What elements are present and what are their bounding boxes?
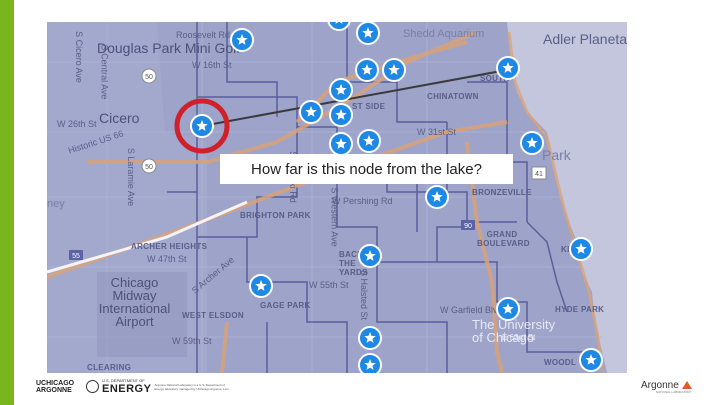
argonne-mark-icon [681, 381, 692, 390]
star-marker-icon[interactable] [357, 129, 381, 153]
map-view[interactable]: 50 50 55 41 90 Roosevelt Rd Douglas Park… [47, 22, 627, 373]
argonne-logo: Argonne NATIONAL LABORATORY [641, 380, 692, 394]
star-marker-icon[interactable] [358, 326, 382, 350]
star-marker-icon[interactable] [299, 100, 323, 124]
uchicago-argonne-logo: UCHICAGO ARGONNE [36, 380, 74, 394]
doe-logo: U.S. DEPARTMENT OF ENERGY Argonne Nation… [86, 378, 232, 395]
star-marker-icon[interactable] [358, 353, 382, 373]
star-marker-icon[interactable] [496, 297, 520, 321]
question-callout: How far is this node from the lake? [220, 154, 513, 184]
argonne-llc-text: ARGONNE [36, 387, 72, 394]
star-marker-icon[interactable] [579, 348, 603, 372]
star-marker-icon[interactable] [329, 103, 353, 127]
doe-note-text: Argonne National Laboratory is a U.S. De… [154, 382, 230, 391]
star-marker-icon[interactable] [230, 28, 254, 52]
doe-energy-text: ENERGY [102, 383, 152, 395]
star-marker-icon[interactable] [520, 131, 544, 155]
star-marker-icon[interactable] [358, 244, 382, 268]
star-marker-icon[interactable] [496, 56, 520, 80]
marker-layer [190, 22, 603, 373]
star-marker-icon[interactable] [329, 132, 353, 156]
star-marker-icon[interactable] [425, 185, 449, 209]
star-marker-icon[interactable] [327, 22, 351, 31]
star-marker-icon[interactable] [329, 78, 353, 102]
star-marker-icon[interactable] [355, 58, 379, 82]
uchicago-text: UCHICAGO [36, 380, 75, 387]
accent-bar [0, 0, 14, 405]
star-marker-icon[interactable] [190, 114, 214, 138]
doe-seal-icon [86, 380, 99, 393]
star-marker-icon[interactable] [249, 274, 273, 298]
star-marker-icon[interactable] [569, 237, 593, 261]
star-marker-icon[interactable] [382, 58, 406, 82]
star-marker-icon[interactable] [356, 22, 380, 45]
